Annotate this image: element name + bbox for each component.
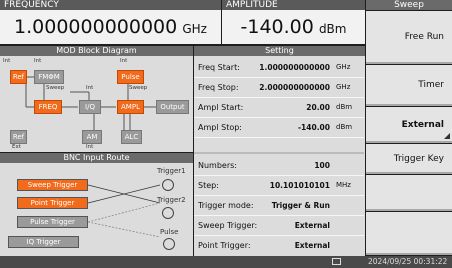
numbers-row[interactable]: Numbers: 100 (194, 156, 364, 175)
ref-ext-block[interactable]: Ref (10, 130, 27, 144)
pulse-trigger-route[interactable]: Pulse Trigger (17, 216, 88, 228)
freq-stop-row[interactable]: Freq Stop: 2.000000000000 GHz (194, 78, 364, 97)
fm-pm-block[interactable]: FMΦM (34, 70, 64, 84)
numbers-value: 100 (314, 161, 330, 170)
trigger1-connector-icon (162, 179, 174, 191)
numbers-label: Numbers: (198, 161, 237, 170)
trigger1-label: Trigger1 (157, 167, 186, 175)
ref-int-label: Int (3, 58, 11, 64)
ampl-stop-row[interactable]: Ampl Stop: -140.00 dBm (194, 118, 364, 137)
mod-diagram-panel: Int Ref Int FMΦM Int Pulse Sweep Int Swe… (0, 56, 193, 152)
bnc-route-title: BNC Input Route (0, 153, 193, 163)
fm-int-label: Int (34, 58, 42, 64)
submenu-corner-icon (444, 133, 450, 139)
freq-start-label: Freq Start: (198, 63, 240, 72)
bnc-route-panel: Sweep Trigger Point Trigger Pulse Trigge… (0, 163, 193, 256)
external-softkey[interactable]: External (366, 107, 452, 143)
trigger-mode-label: Trigger mode: (198, 201, 254, 210)
trigger-mode-row[interactable]: Trigger mode: Trigger & Run (194, 196, 364, 215)
pulse-block[interactable]: Pulse (117, 70, 144, 84)
freq-stop-value: 2.000000000000 (259, 83, 330, 92)
iq-trigger-route[interactable]: IQ Trigger (8, 236, 79, 248)
frequency-unit: GHz (182, 22, 207, 36)
output-block[interactable]: Output (156, 100, 189, 114)
sweep-trigger-row[interactable]: Sweep Trigger: External (194, 216, 364, 235)
freq-start-value: 1.000000000000 (259, 63, 330, 72)
ampl-start-unit: dBm (336, 103, 353, 111)
softkey-menu-title: Sweep (366, 0, 452, 10)
sweep-trigger-value: External (294, 221, 330, 230)
trigger-mode-value: Trigger & Run (271, 201, 330, 210)
am-block[interactable]: AM (82, 130, 102, 144)
timer-softkey[interactable]: Timer (366, 65, 452, 106)
mod-diagram-title: MOD Block Diagram (0, 46, 193, 56)
ampl-sweep-label: Sweep (129, 85, 148, 91)
step-label: Step: (198, 181, 219, 190)
point-trigger-route[interactable]: Point Trigger (17, 197, 88, 209)
step-row[interactable]: Step: 10.101010101 MHz (194, 176, 364, 195)
frequency-header: FREQUENCY (0, 0, 221, 10)
status-bar: 2024/09/25 00:31:22 (0, 256, 452, 268)
amplitude-unit: dBm (318, 22, 347, 36)
ampl-stop-unit: dBm (336, 123, 353, 131)
ref-ext-label: Ext (12, 144, 21, 150)
pulse-int-label: Int (120, 58, 128, 64)
trigger2-connector-icon (162, 207, 174, 219)
trigger2-label: Trigger2 (157, 196, 186, 204)
freq-stop-label: Freq Stop: (198, 83, 239, 92)
point-trigger-row[interactable]: Point Trigger: External (194, 236, 364, 255)
status-datetime: 2024/09/25 00:31:22 (368, 257, 448, 266)
frequency-readout[interactable]: 1.000000000000 GHz (0, 10, 221, 44)
ampl-stop-value: -140.00 (297, 123, 330, 132)
sweep-trigger-label: Sweep Trigger: (198, 221, 258, 230)
point-trigger-value: External (294, 241, 330, 250)
amplitude-readout[interactable]: -140.00 dBm (222, 10, 365, 44)
ampl-start-value: 20.00 (306, 103, 330, 112)
setting-title: Setting (194, 46, 365, 56)
free-run-softkey[interactable]: Free Run (366, 11, 452, 64)
step-value: 10.101010101 (269, 181, 330, 190)
setting-panel: Freq Start: 1.000000000000 GHz Freq Stop… (194, 56, 365, 256)
empty-softkey-6[interactable] (366, 212, 452, 255)
external-softkey-label: External (401, 120, 444, 130)
ampl-start-label: Ampl Start: (198, 103, 244, 112)
amplitude-value: -140.00 (240, 16, 314, 38)
pulse-connector-label: Pulse (160, 228, 179, 236)
freq-start-row[interactable]: Freq Start: 1.000000000000 GHz (194, 58, 364, 77)
step-unit: MHz (336, 181, 351, 189)
freq-block[interactable]: FREQ (34, 100, 62, 114)
ampl-start-row[interactable]: Ampl Start: 20.00 dBm (194, 98, 364, 117)
freq-stop-unit: GHz (336, 83, 351, 91)
freq-sweep-label: Sweep (46, 85, 65, 91)
ampl-stop-label: Ampl Stop: (198, 123, 242, 132)
amplitude-header: AMPLITUDE (222, 0, 365, 10)
point-trigger-label: Point Trigger: (198, 241, 251, 250)
trigger-key-softkey[interactable]: Trigger Key (366, 144, 452, 174)
ref-block[interactable]: Ref (10, 70, 27, 84)
freq-start-unit: GHz (336, 63, 351, 71)
am-int-label: Int (86, 144, 94, 150)
iq-block[interactable]: I/Q (79, 100, 101, 114)
alc-block[interactable]: ALC (121, 130, 142, 144)
pulse-connector-icon (163, 238, 175, 250)
screen-icon (332, 258, 341, 265)
iq-int-label: Int (86, 85, 94, 91)
sweep-trigger-route[interactable]: Sweep Trigger (17, 179, 88, 191)
frequency-value: 1.000000000000 (14, 16, 178, 38)
empty-softkey-5[interactable] (366, 175, 452, 211)
ampl-block[interactable]: AMPL (117, 100, 144, 114)
